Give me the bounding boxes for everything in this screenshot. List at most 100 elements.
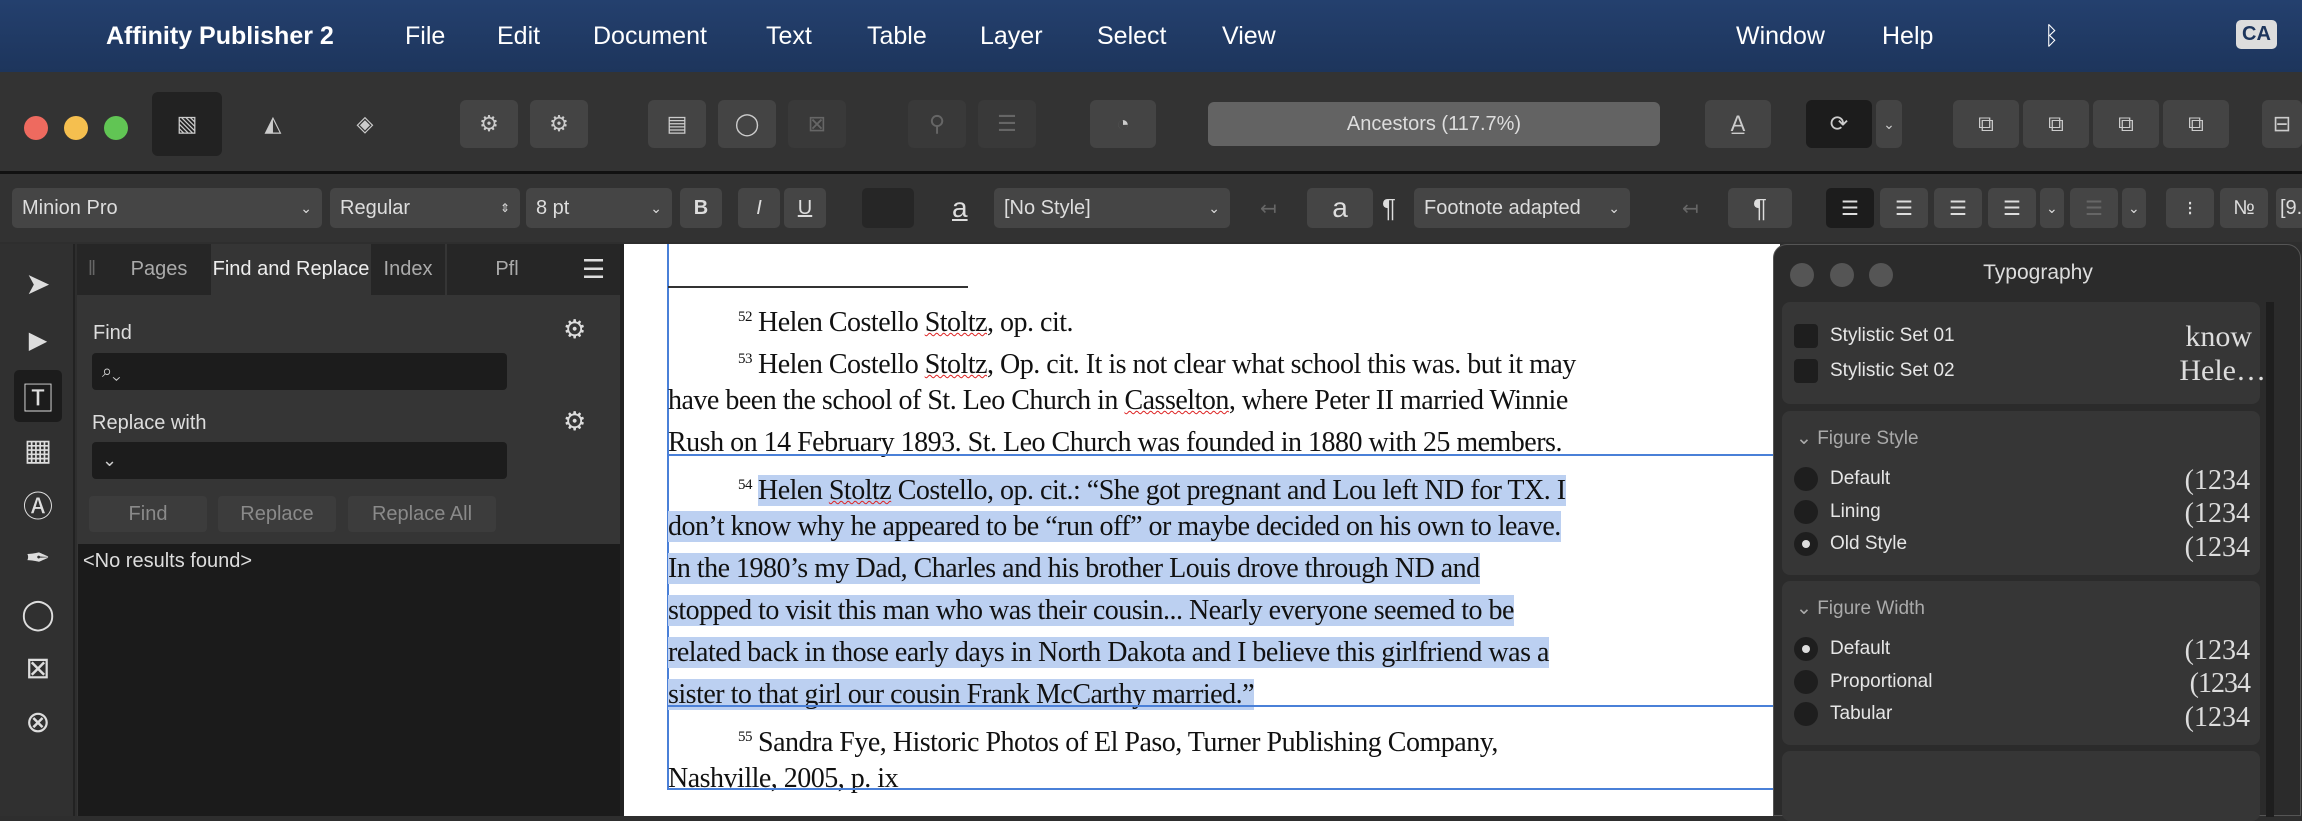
minimize-window-button[interactable]: [64, 116, 88, 140]
preview-mode-icon[interactable]: ◔: [1090, 100, 1156, 148]
text-color-swatch[interactable]: [862, 188, 914, 228]
footnote-number: 54: [738, 477, 753, 493]
pin-icon[interactable]: ⚲: [908, 100, 966, 148]
replace-all-button[interactable]: Replace All: [348, 496, 496, 532]
snapping-icon[interactable]: ⟳: [1806, 100, 1872, 148]
vertical-align-chevron[interactable]: ⌄: [2122, 188, 2146, 228]
stylistic-set-01-checkbox[interactable]: Stylistic Set 01: [1794, 324, 1955, 348]
menu-table[interactable]: Table: [867, 22, 927, 51]
publisher-persona-icon[interactable]: ▧: [152, 92, 222, 156]
paragraph-style-select[interactable]: Footnote adapted ⌄: [1414, 188, 1630, 228]
menu-document[interactable]: Document: [593, 22, 707, 51]
document-title: Ancestors (117.7%): [1208, 102, 1660, 146]
tab-index[interactable]: Index: [371, 244, 445, 295]
photo-persona-icon[interactable]: ◈: [340, 100, 390, 148]
move-backward-icon[interactable]: ⧉: [2023, 100, 2089, 148]
app-menu[interactable]: Affinity Publisher 2: [106, 22, 334, 51]
panel-menu-icon[interactable]: ☰: [567, 244, 620, 295]
figure-style-default-radio[interactable]: Default: [1794, 467, 1890, 491]
align-center-button[interactable]: ☰: [1880, 188, 1928, 228]
vertical-align-button[interactable]: ☰: [2070, 188, 2118, 228]
close-window-button[interactable]: [24, 116, 48, 140]
menu-help[interactable]: Help: [1882, 22, 1933, 51]
menu-window[interactable]: Window: [1736, 22, 1825, 51]
move-front-icon[interactable]: ⧉: [2163, 100, 2229, 148]
anchor-text-icon[interactable]: ☰: [978, 100, 1036, 148]
find-button[interactable]: Find: [89, 496, 207, 532]
revert-para-style-icon[interactable]: ↤: [1672, 188, 1706, 228]
menu-edit[interactable]: Edit: [497, 22, 540, 51]
justify-button[interactable]: ☰: [1988, 188, 2036, 228]
menu-select[interactable]: Select: [1097, 22, 1166, 51]
character-style-select[interactable]: [No Style] ⌄: [994, 188, 1230, 228]
panel-grip[interactable]: ‖: [77, 244, 107, 295]
zoom-window-button[interactable]: [104, 116, 128, 140]
figure-style-lining-radio[interactable]: Lining: [1794, 500, 1881, 524]
move-tool-icon[interactable]: ➤: [14, 260, 62, 308]
tools-panel: ➤ ▶ 🅃 ▦ Ⓐ ✒ ◯ ⊠ ⊗: [0, 244, 75, 816]
figure-width-tabular-radio[interactable]: Tabular: [1794, 702, 1892, 726]
ellipse-frame-tool-icon[interactable]: ⊗: [14, 698, 62, 746]
menu-layer[interactable]: Layer: [980, 22, 1043, 51]
chevron-down-icon[interactable]: ⌄: [102, 450, 117, 470]
replace-options-gear-icon[interactable]: ⚙: [563, 406, 586, 437]
document-canvas[interactable]: 52 Helen Costello Stoltz, op. cit. 53 Hele…: [620, 244, 1780, 816]
wrap-circle-icon[interactable]: ◯: [718, 100, 776, 148]
bluetooth-icon[interactable]: ᛒ: [2044, 22, 2059, 51]
artistic-text-tool-icon[interactable]: Ⓐ: [14, 480, 62, 528]
paragraph-style-button[interactable]: ¶: [1728, 188, 1792, 228]
tab-find-and-replace[interactable]: Find and Replace: [211, 244, 371, 295]
move-forward-icon[interactable]: ⧉: [2093, 100, 2159, 148]
designer-persona-icon[interactable]: ◭: [248, 100, 298, 148]
menu-view[interactable]: View: [1222, 22, 1276, 51]
font-weight-select[interactable]: Regular ⇕: [330, 188, 520, 228]
chevron-down-icon: ⌄: [1796, 598, 1818, 619]
move-back-icon[interactable]: ⧉: [1953, 100, 2019, 148]
bold-button[interactable]: B: [680, 188, 722, 228]
font-family-select[interactable]: Minion Pro ⌄: [12, 188, 322, 228]
bullet-list-button[interactable]: ⁝: [2166, 188, 2214, 228]
user-badge[interactable]: CA: [2236, 20, 2277, 49]
wrap-settings-icon[interactable]: ▤: [648, 100, 706, 148]
tracking-field[interactable]: [9.: [2276, 188, 2302, 228]
menu-text[interactable]: Text: [766, 22, 812, 51]
text-frame-icon[interactable]: A̲: [1705, 100, 1771, 148]
revert-char-style-icon[interactable]: ↤: [1250, 188, 1284, 228]
figure-width-default-radio[interactable]: Default: [1794, 637, 1890, 661]
align-left-button[interactable]: ☰: [1826, 188, 1874, 228]
wrap-none-icon[interactable]: ⊠: [788, 100, 846, 148]
align-icon[interactable]: ⊟: [2262, 100, 2302, 148]
preferences-icon[interactable]: ⚙: [460, 100, 518, 148]
figure-width-header[interactable]: ⌄ Figure Width: [1796, 597, 1925, 620]
replace-input[interactable]: ⌄: [92, 442, 507, 479]
node-tool-icon[interactable]: ▶: [14, 316, 62, 364]
figure-style-old-style-radio[interactable]: Old Style: [1794, 532, 1907, 556]
figure-width-proportional-radio[interactable]: Proportional: [1794, 670, 1932, 694]
align-right-button[interactable]: ☰: [1934, 188, 1982, 228]
document-setup-icon[interactable]: ⚙: [530, 100, 588, 148]
stylistic-set-02-checkbox[interactable]: Stylistic Set 02: [1794, 359, 1955, 383]
italic-button[interactable]: I: [738, 188, 780, 228]
option-label: Stylistic Set 01: [1830, 325, 1955, 346]
figure-style-header[interactable]: ⌄ Figure Style: [1796, 427, 1919, 450]
table-tool-icon[interactable]: ▦: [14, 426, 62, 474]
ellipse-tool-icon[interactable]: ◯: [14, 590, 62, 638]
justify-options-chevron[interactable]: ⌄: [2040, 188, 2064, 228]
frame-text-tool-icon[interactable]: 🅃: [14, 370, 62, 422]
pen-tool-icon[interactable]: ✒: [14, 534, 62, 582]
tab-preflight[interactable]: Pfl: [447, 244, 567, 295]
menu-file[interactable]: File: [405, 22, 445, 51]
character-style-button[interactable]: a: [1307, 188, 1373, 228]
scrollbar[interactable]: [2266, 302, 2274, 817]
underline-button[interactable]: U: [784, 188, 826, 228]
picture-frame-tool-icon[interactable]: ⊠: [14, 644, 62, 692]
find-input[interactable]: ⌕⌄: [92, 353, 507, 390]
numbered-list-button[interactable]: №: [2220, 188, 2268, 228]
snapping-options-chevron[interactable]: ⌄: [1876, 100, 1902, 148]
tab-pages[interactable]: Pages: [107, 244, 211, 295]
replace-button[interactable]: Replace: [218, 496, 336, 532]
font-size-select[interactable]: 8 pt ⌄: [526, 188, 672, 228]
search-icon[interactable]: ⌕⌄: [102, 361, 121, 381]
footnote-54: 54 Helen Stoltz Costello, op. cit.: “She …: [668, 464, 1566, 506]
find-options-gear-icon[interactable]: ⚙: [563, 314, 586, 345]
